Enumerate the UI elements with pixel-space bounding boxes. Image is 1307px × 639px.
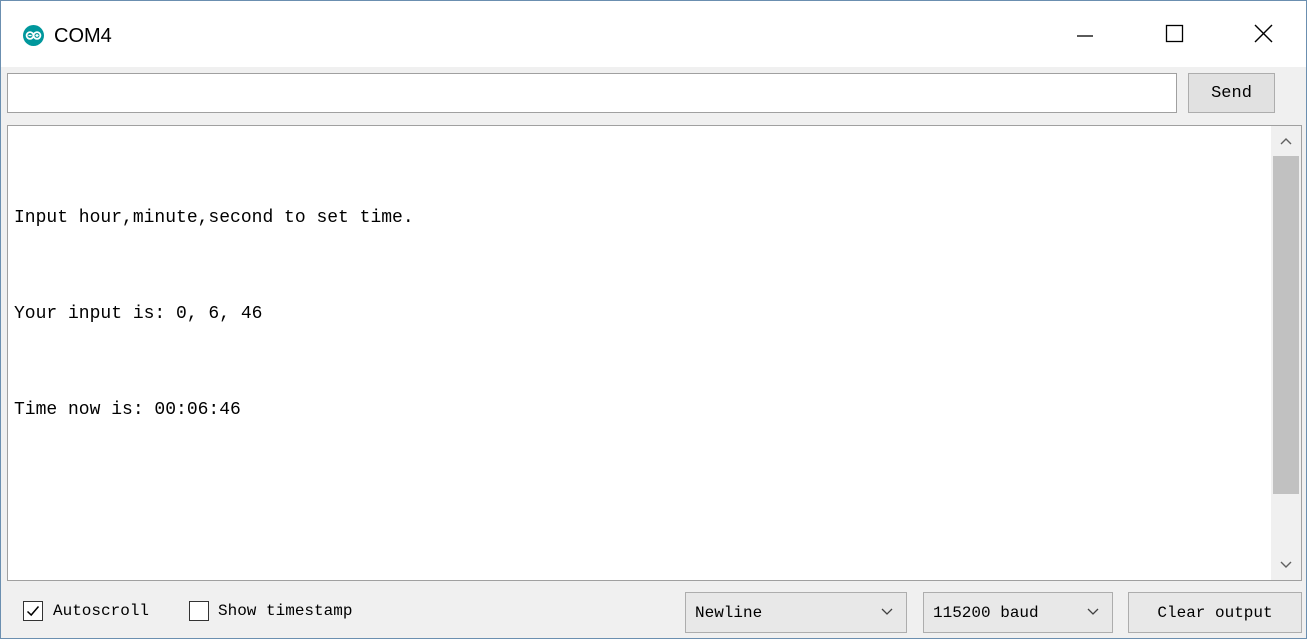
bottom-bar: Autoscroll Show timestamp Newline 115200… <box>1 583 1306 638</box>
baud-rate-value: 115200 baud <box>933 604 1039 622</box>
checkmark-icon <box>26 606 40 617</box>
arduino-icon <box>23 25 44 46</box>
window-title: COM4 <box>54 25 112 47</box>
send-bar: Send <box>1 67 1306 125</box>
line-ending-select[interactable]: Newline <box>685 592 907 633</box>
output-line: Input hour,minute,second to set time. <box>14 208 414 228</box>
output-line: Time now is: 00:06:46 <box>14 400 241 420</box>
autoscroll-label[interactable]: Autoscroll <box>53 600 149 622</box>
chevron-down-icon <box>1087 608 1099 615</box>
chevron-down-icon <box>881 608 893 615</box>
scroll-down-button[interactable] <box>1271 550 1301 580</box>
show-timestamp-label[interactable]: Show timestamp <box>218 600 352 622</box>
serial-output[interactable]: Input hour,minute,second to set time. Yo… <box>7 125 1302 581</box>
minimize-icon <box>1077 35 1093 37</box>
maximize-icon <box>1165 24 1184 43</box>
line-ending-value: Newline <box>695 604 763 622</box>
send-button[interactable]: Send <box>1188 73 1275 113</box>
maximize-button[interactable] <box>1145 11 1205 59</box>
scroll-up-button[interactable] <box>1271 126 1301 156</box>
chevron-down-icon <box>1280 561 1292 568</box>
show-timestamp-checkbox[interactable] <box>189 601 209 621</box>
scroll-thumb[interactable] <box>1273 156 1299 494</box>
clear-output-button[interactable]: Clear output <box>1128 592 1302 633</box>
vertical-scrollbar[interactable] <box>1271 126 1301 580</box>
baud-rate-select[interactable]: 115200 baud <box>923 592 1113 633</box>
output-line: Your input is: 0, 6, 46 <box>14 304 263 324</box>
autoscroll-checkbox[interactable] <box>23 601 43 621</box>
send-input[interactable] <box>7 73 1177 113</box>
title-bar[interactable]: COM4 <box>1 1 1306 67</box>
close-button[interactable] <box>1234 11 1294 59</box>
serial-monitor-window: COM4 Send Input hour,minute,second to se… <box>0 0 1307 639</box>
minimize-button[interactable] <box>1055 11 1115 59</box>
output-text: Input hour,minute,second to set time. Yo… <box>14 138 414 490</box>
close-icon <box>1254 24 1273 43</box>
chevron-up-icon <box>1280 138 1292 145</box>
